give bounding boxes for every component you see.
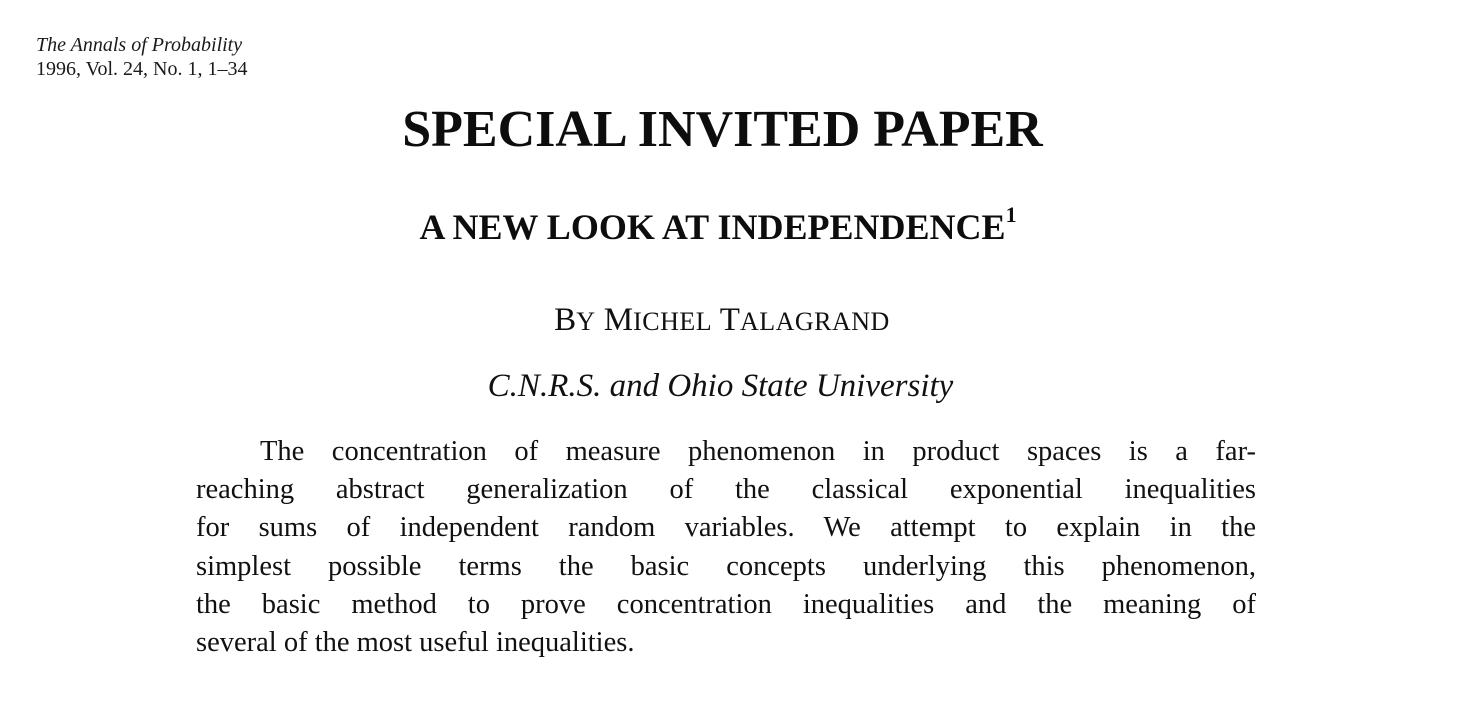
author-last-initial: T <box>719 302 740 338</box>
author-affiliation: C.N.R.S. and Ohio State University <box>487 368 954 404</box>
author-first-initial: M <box>603 302 634 338</box>
abstract-line: reaching abstract generalization of the … <box>196 474 1256 506</box>
journal-citation: 1996, Vol. 24, No. 1, 1–34 <box>36 58 248 80</box>
abstract: The concentration of measure phenomenon … <box>196 433 1256 662</box>
abstract-line: for sums of independent random variables… <box>196 512 1256 544</box>
abstract-line: simplest possible terms the basic concep… <box>196 550 1256 582</box>
paper-title-text: A NEW LOOK AT INDEPENDENCE <box>419 207 1006 247</box>
author-line: BY MICHEL TALAGRAND <box>0 299 1444 343</box>
author-prefix-initial: B <box>554 302 577 338</box>
author-first-rest: ICHEL <box>633 307 713 336</box>
section-heading: SPECIAL INVITED PAPER <box>402 101 1043 158</box>
paper-title: A NEW LOOK AT INDEPENDENCE1 <box>0 203 1436 251</box>
author-prefix-rest: Y <box>576 307 596 336</box>
journal-header: The Annals of Probability 1996, Vol. 24,… <box>36 33 248 81</box>
footnote-mark: 1 <box>1005 202 1017 227</box>
journal-name: The Annals of Probability <box>36 34 243 56</box>
abstract-line: The concentration of measure phenomenon … <box>260 436 1256 467</box>
abstract-line: the basic method to prove concentration … <box>196 588 1256 620</box>
author-last-rest: ALAGRAND <box>739 307 890 336</box>
abstract-line: several of the most useful inequalities. <box>196 627 635 659</box>
